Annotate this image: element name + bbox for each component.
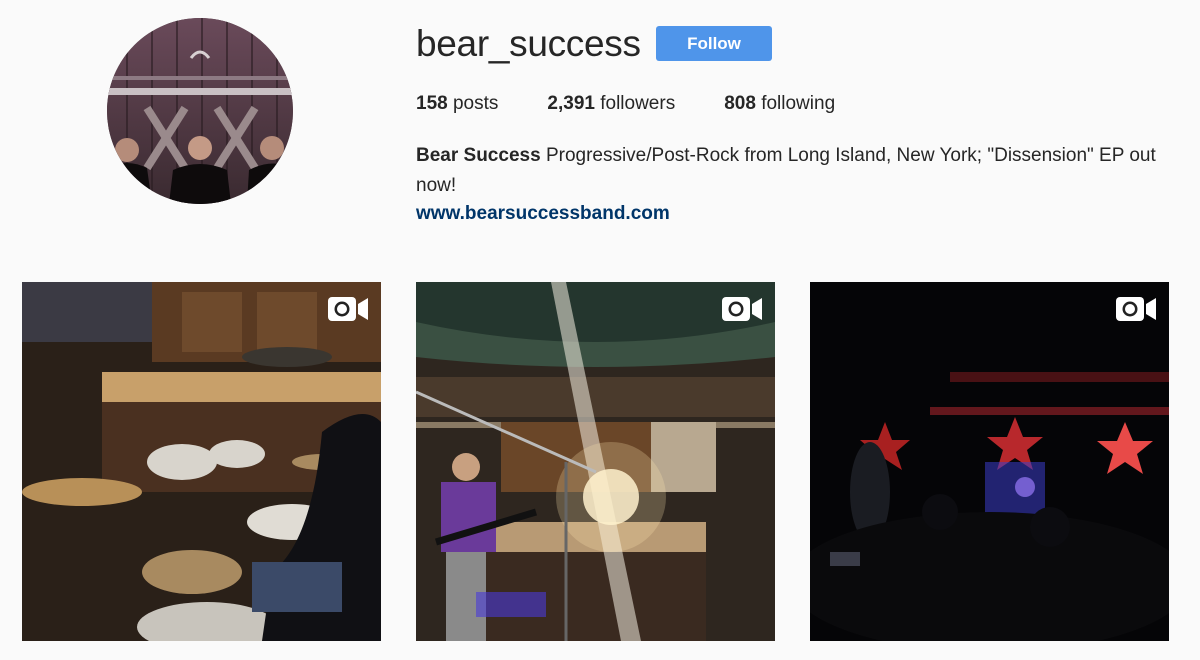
profile-bio: Bear Success Progressive/Post-Rock from …	[416, 141, 1176, 201]
video-camera-icon	[1116, 297, 1156, 321]
profile-stats: 158 posts 2,391 followers 808 following	[416, 92, 884, 116]
followers-count: 2,391	[547, 93, 595, 114]
video-camera-icon	[722, 297, 762, 321]
followers-stat[interactable]: 2,391 followers	[547, 92, 675, 116]
video-camera-icon	[328, 297, 368, 321]
post-thumbnail[interactable]	[22, 282, 381, 641]
posts-label: posts	[452, 93, 499, 114]
profile-avatar[interactable]	[107, 18, 293, 204]
website-link[interactable]: www.bearsuccessband.com	[416, 200, 670, 228]
following-count: 808	[724, 93, 756, 114]
posts-count: 158	[416, 93, 448, 114]
following-stat[interactable]: 808 following	[724, 92, 835, 116]
posts-stat: 158 posts	[416, 92, 498, 116]
profile-username: bear_success	[416, 23, 641, 64]
post-thumbnail[interactable]	[810, 282, 1169, 641]
following-label: following	[761, 93, 836, 114]
followers-label: followers	[600, 93, 676, 114]
follow-button[interactable]: Follow	[656, 26, 772, 61]
profile-full-name: Bear Success	[416, 145, 541, 166]
post-thumbnail[interactable]	[416, 282, 775, 641]
